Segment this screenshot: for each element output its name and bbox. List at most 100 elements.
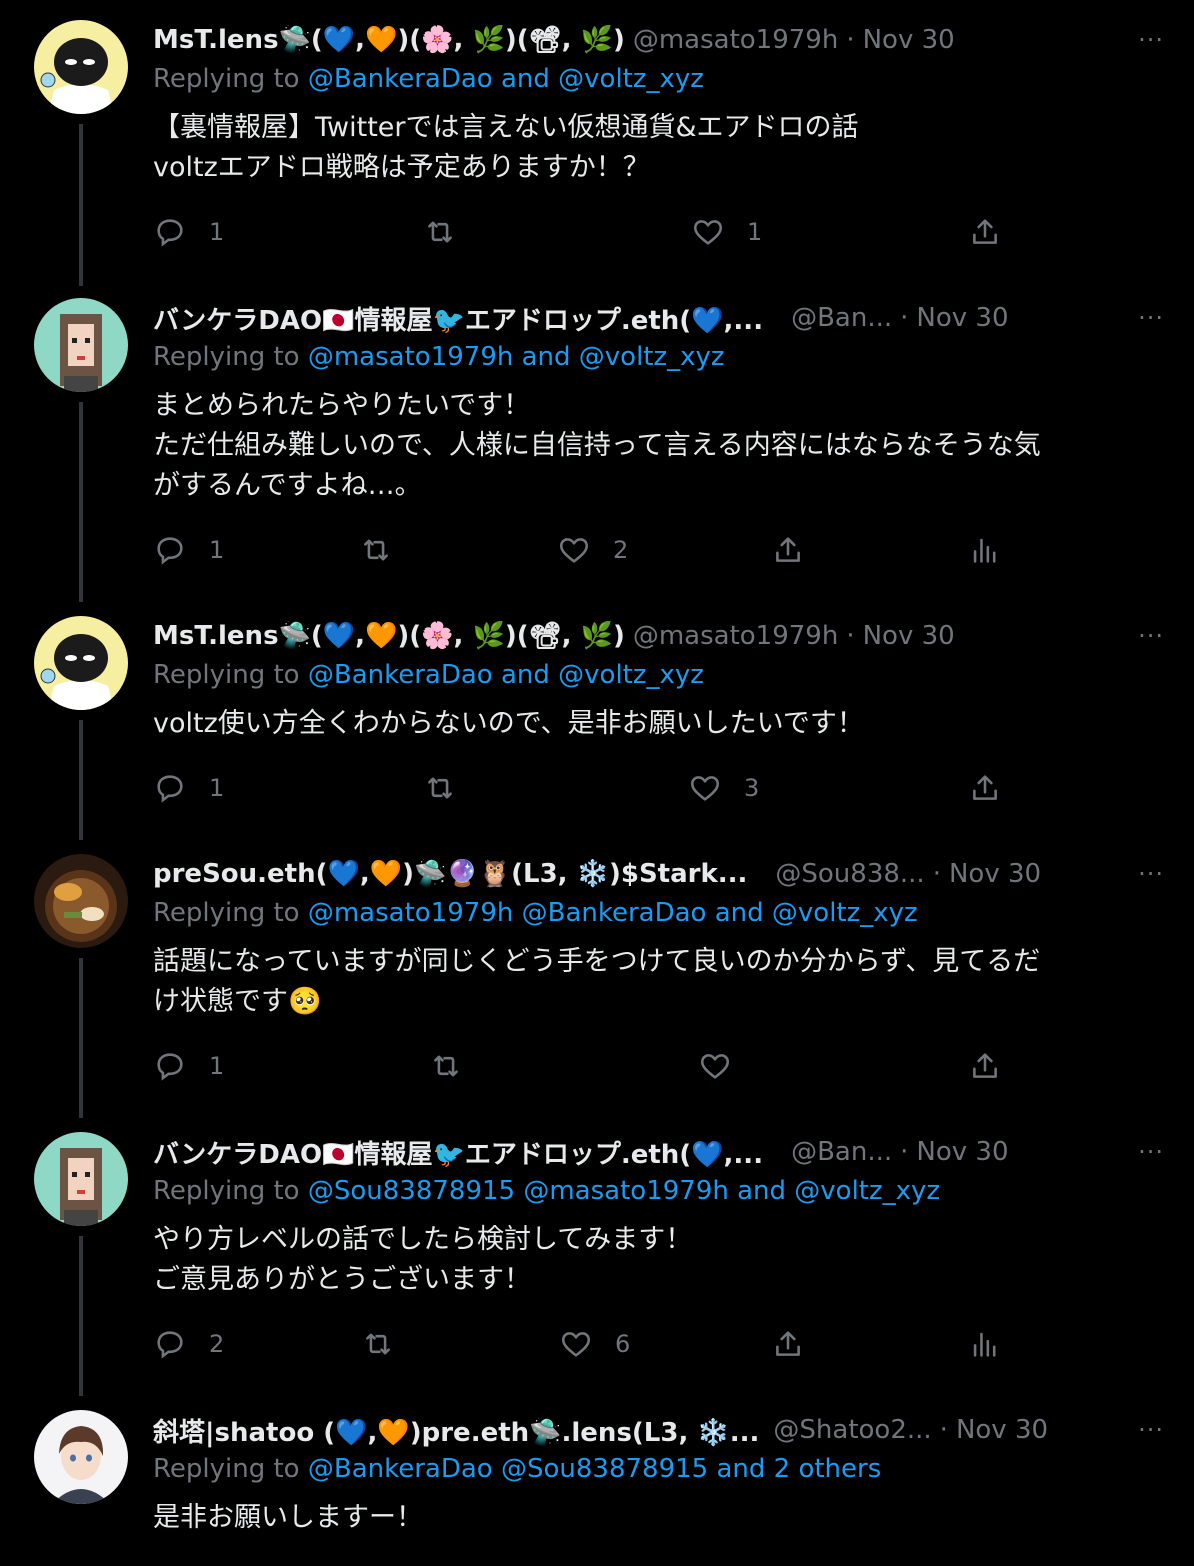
more-options-icon[interactable]: ··· [1138, 1132, 1164, 1172]
like-count: 6 [615, 1330, 631, 1358]
user-handle[interactable]: @Shatoo2... [773, 1415, 931, 1445]
reply-button[interactable]: 1 [153, 212, 224, 252]
action-bar: 1 [153, 1046, 1033, 1086]
share-button[interactable] [968, 212, 1002, 252]
display-name[interactable]: MsT.lens🛸(💙,🧡)(🌸, 🌿)(📽, 🌿) [153, 25, 625, 55]
retweet-button[interactable] [429, 1046, 463, 1086]
more-options-icon[interactable]: ··· [1138, 20, 1164, 60]
reply-button[interactable]: 1 [153, 768, 224, 808]
replying-to-users[interactable]: @Sou83878915 @masato1979h and @voltz_xyz [308, 1176, 940, 1206]
avatar-image [34, 1132, 128, 1226]
thread-line [79, 720, 83, 840]
replying-to-label: Replying to [153, 660, 300, 690]
like-count: 1 [747, 218, 763, 246]
action-bar: 1 1 [153, 212, 1033, 252]
display-name[interactable]: preSou.eth(💙,🧡)🛸🔮🦉(L3, ❄️)$Stark... [153, 859, 747, 889]
reply-icon [157, 775, 183, 803]
replying-to-users[interactable]: @BankeraDao @Sou83878915 and 2 others [308, 1454, 881, 1484]
avatar[interactable] [34, 20, 128, 114]
user-handle[interactable]: @Sou838... [775, 859, 924, 889]
tweet-text-line: voltzエアドロ戦略は予定ありますか！？ [153, 152, 650, 183]
replying-to: Replying to @Sou83878915 @masato1979h an… [153, 1176, 940, 1206]
timestamp[interactable]: Nov 30 [863, 621, 955, 651]
tweet-header: バンケラDAO🇯🇵情報屋🐦エアドロップ.eth(💙,... @Ban... · … [153, 298, 1143, 338]
like-button[interactable] [698, 1046, 732, 1086]
share-button[interactable] [771, 1324, 805, 1364]
avatar[interactable] [34, 1410, 128, 1504]
reply-button[interactable]: 2 [153, 1324, 224, 1364]
separator-dot: · [846, 25, 855, 55]
share-button[interactable] [968, 768, 1002, 808]
avatar[interactable] [34, 616, 128, 710]
replying-to-label: Replying to [153, 898, 300, 928]
more-options-icon[interactable]: ··· [1138, 298, 1164, 338]
share-button[interactable] [771, 530, 805, 570]
like-count: 2 [613, 536, 629, 564]
replying-to-label: Replying to [153, 342, 300, 372]
avatar[interactable] [34, 1132, 128, 1226]
user-handle[interactable]: @masato1979h [633, 621, 839, 651]
display-name[interactable]: バンケラDAO🇯🇵情報屋🐦エアドロップ.eth(💙,... [153, 300, 763, 337]
like-button[interactable]: 1 [691, 212, 762, 252]
retweet-icon [366, 1333, 390, 1355]
reply-button[interactable]: 1 [153, 530, 224, 570]
timestamp[interactable]: Nov 30 [956, 1415, 1048, 1445]
reply-button[interactable]: 1 [153, 1046, 224, 1086]
reply-icon [157, 219, 183, 247]
tweet-text: voltz使い方全くわからないので、是非お願いしたいです！ [153, 704, 1153, 744]
avatar[interactable] [34, 854, 128, 948]
replying-to-users[interactable]: @BankeraDao and @voltz_xyz [308, 660, 704, 690]
tweet-text: 是非お願いしますー！ [153, 1498, 1153, 1538]
replying-to-users[interactable]: @masato1979h and @voltz_xyz [308, 342, 725, 372]
display-name[interactable]: バンケラDAO🇯🇵情報屋🐦エアドロップ.eth(💙,... [153, 1134, 763, 1171]
timestamp[interactable]: Nov 30 [863, 25, 955, 55]
avatar[interactable] [34, 298, 128, 392]
display-name[interactable]: MsT.lens🛸(💙,🧡)(🌸, 🌿)(📽, 🌿) [153, 621, 625, 651]
timestamp[interactable]: Nov 30 [916, 1137, 1008, 1167]
avatar-image [34, 1410, 128, 1504]
tweet-text-line: やり方レベルの話でしたら検討してみます！ [153, 1224, 693, 1255]
like-button[interactable]: 2 [557, 530, 628, 570]
tweet-text-line: voltz使い方全くわからないので、是非お願いしたいです！ [153, 708, 864, 739]
tweet-text: 【裏情報屋】Twitterでは言えない仮想通貨&エアドロの話 voltzエアドロ… [153, 108, 1153, 188]
tweet-text-line: まとめられたらやりたいです！ [153, 390, 531, 421]
heart-icon [561, 1332, 591, 1357]
replying-to: Replying to @masato1979h and @voltz_xyz [153, 342, 725, 372]
timestamp[interactable]: Nov 30 [949, 859, 1041, 889]
more-options-icon[interactable]: ··· [1138, 854, 1164, 894]
share-icon [973, 219, 997, 244]
replying-to: Replying to @BankeraDao and @voltz_xyz [153, 64, 704, 94]
share-icon [973, 1053, 997, 1078]
analytics-button[interactable] [968, 1324, 1002, 1364]
more-options-icon[interactable]: ··· [1138, 1410, 1164, 1450]
replying-to-users[interactable]: @BankeraDao and @voltz_xyz [308, 64, 704, 94]
replying-to-users[interactable]: @masato1979h @BankeraDao and @voltz_xyz [308, 898, 918, 928]
heart-icon [700, 1054, 730, 1079]
tweet-header: MsT.lens🛸(💙,🧡)(🌸, 🌿)(📽, 🌿) @masato1979h … [153, 20, 1143, 60]
like-button[interactable]: 6 [559, 1324, 630, 1364]
analytics-button[interactable] [968, 530, 1002, 570]
more-options-icon[interactable]: ··· [1138, 616, 1164, 656]
share-icon [776, 1331, 800, 1356]
reply-icon [157, 1053, 183, 1081]
action-bar: 2 6 [153, 1324, 1033, 1364]
replying-to-label: Replying to [153, 1454, 300, 1484]
share-button[interactable] [968, 1046, 1002, 1086]
display-name[interactable]: 斜塔|shatoo (💙,🧡)pre.eth🛸.lens(L3, ❄️... [153, 1412, 759, 1449]
user-handle[interactable]: @masato1979h [633, 25, 839, 55]
retweet-button[interactable] [423, 768, 457, 808]
user-handle[interactable]: @Ban... [791, 1137, 892, 1167]
retweet-button[interactable] [361, 1324, 395, 1364]
reply-count: 1 [209, 774, 225, 802]
retweet-button[interactable] [423, 212, 457, 252]
user-handle[interactable]: @Ban... [791, 303, 892, 333]
heart-icon [690, 776, 720, 801]
share-icon [973, 775, 997, 800]
retweet-button[interactable] [359, 530, 393, 570]
separator-dot: · [900, 303, 909, 333]
timestamp[interactable]: Nov 30 [916, 303, 1008, 333]
like-button[interactable]: 3 [688, 768, 759, 808]
thread-line [79, 124, 83, 286]
avatar-image [34, 20, 128, 114]
tweet-text: まとめられたらやりたいです！ ただ仕組み難しいので、人様に自信持って言える内容に… [153, 386, 1153, 506]
